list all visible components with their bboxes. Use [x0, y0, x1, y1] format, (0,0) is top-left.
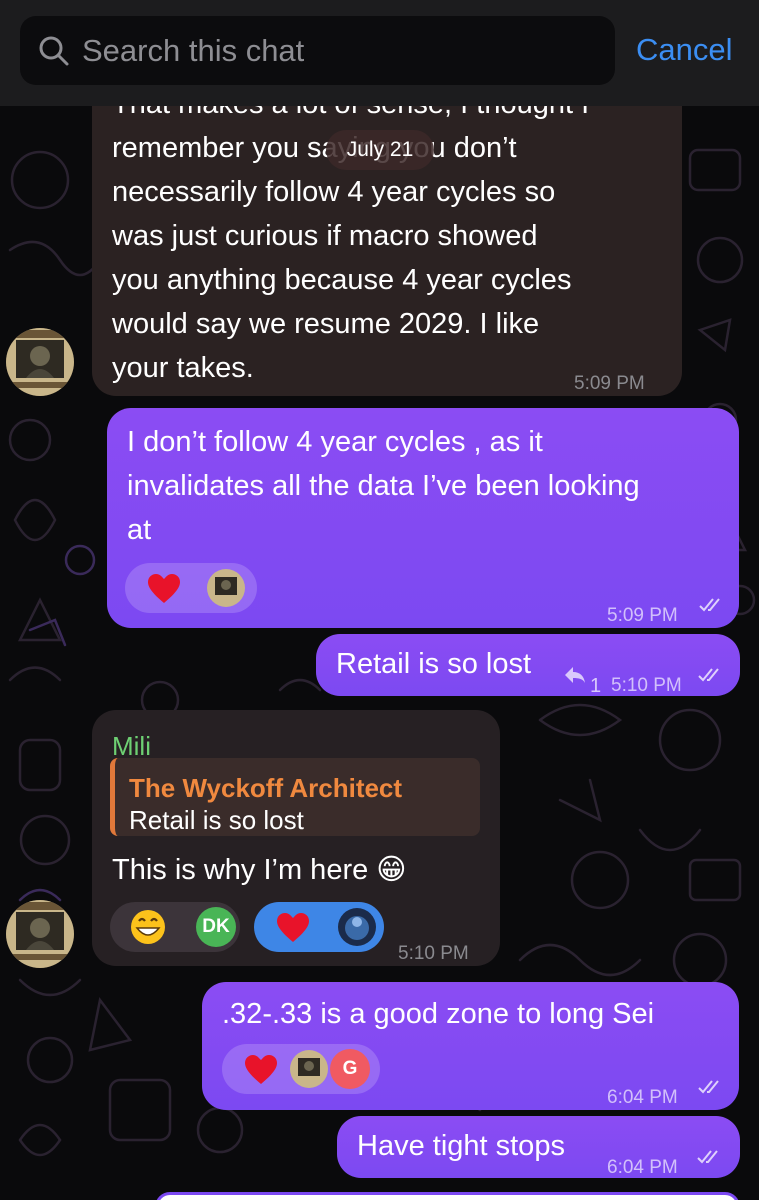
message-text: This is why I’m here 😁	[112, 854, 407, 886]
message-line: was just curious if macro showed	[112, 220, 538, 252]
grinning-face-icon	[131, 910, 165, 944]
read-receipt-icon	[698, 668, 719, 682]
reply-arrow-icon	[565, 667, 585, 683]
message-outgoing[interactable]: Have tight stops 6:04 PM	[337, 1116, 740, 1178]
message-line: at	[127, 514, 152, 546]
message-outgoing[interactable]: I don’t follow 4 year cycles , as it inv…	[107, 408, 739, 628]
reactor-avatar	[207, 569, 245, 607]
search-header: Search this chat Cancel	[0, 0, 759, 106]
message-line: invalidates all the data I’ve been looki…	[127, 470, 640, 502]
message-incoming[interactable]: Mili The Wyckoff Architect Retail is so …	[92, 710, 500, 966]
reaction-chip[interactable]: G	[222, 1044, 380, 1094]
read-receipt-icon	[697, 1150, 718, 1164]
message-time: 6:04 PM	[607, 1157, 678, 1178]
search-icon	[39, 36, 69, 66]
message-line: remember you saying you don’t	[112, 132, 517, 164]
message-outgoing-partial[interactable]	[155, 1192, 740, 1200]
reaction-chip[interactable]	[254, 902, 384, 952]
reactor-avatar	[338, 908, 376, 946]
heart-icon	[245, 1055, 277, 1084]
message-outgoing[interactable]: Retail is so lost 1 5:10 PM	[316, 634, 740, 697]
message-line: you anything because 4 year cycles	[112, 264, 572, 296]
message-line: your takes.	[112, 352, 254, 384]
message-line: necessarily follow 4 year cycles so	[112, 176, 556, 208]
message-line: would say we resume 2029. I like	[112, 308, 540, 340]
search-field[interactable]: Search this chat	[20, 16, 615, 85]
sender-avatar[interactable]	[6, 900, 74, 968]
reaction-chip[interactable]: DK	[110, 902, 240, 952]
sender-avatar[interactable]	[6, 328, 74, 396]
heart-icon	[148, 574, 180, 603]
message-time: 5:09 PM	[607, 605, 678, 626]
quote-text: Retail is so lost	[129, 805, 304, 835]
reply-count: 1	[590, 675, 602, 697]
reactor-initials-badge: G	[330, 1049, 370, 1089]
cancel-button[interactable]: Cancel	[636, 32, 733, 68]
read-receipt-icon	[698, 1080, 719, 1094]
message-time: 5:09 PM	[574, 373, 645, 394]
wanted-poster-icon	[6, 900, 74, 968]
message-incoming[interactable]: That makes a lot of sense, I thought I r…	[92, 70, 682, 396]
read-receipt-icon	[699, 598, 720, 612]
message-time: 6:04 PM	[607, 1087, 678, 1108]
message-outgoing[interactable]: .32-.33 is a good zone to long Sei G 6:0…	[202, 982, 739, 1110]
reply-quote[interactable]: The Wyckoff Architect Retail is so lost	[110, 758, 480, 836]
reactor-avatar	[290, 1050, 328, 1088]
message-text: Have tight stops	[357, 1130, 565, 1162]
heart-icon	[277, 913, 309, 942]
message-text: Retail is so lost	[336, 648, 532, 680]
date-pill: July 21	[326, 130, 434, 170]
message-time: 5:10 PM	[398, 943, 469, 964]
wanted-poster-icon	[6, 328, 74, 396]
message-time: 5:10 PM	[611, 675, 682, 696]
message-line: I don’t follow 4 year cycles , as it	[127, 426, 543, 458]
reactor-initials-badge: DK	[196, 907, 236, 947]
reaction-chip[interactable]	[125, 563, 257, 613]
message-text: .32-.33 is a good zone to long Sei	[222, 998, 655, 1030]
search-placeholder: Search this chat	[82, 33, 305, 68]
